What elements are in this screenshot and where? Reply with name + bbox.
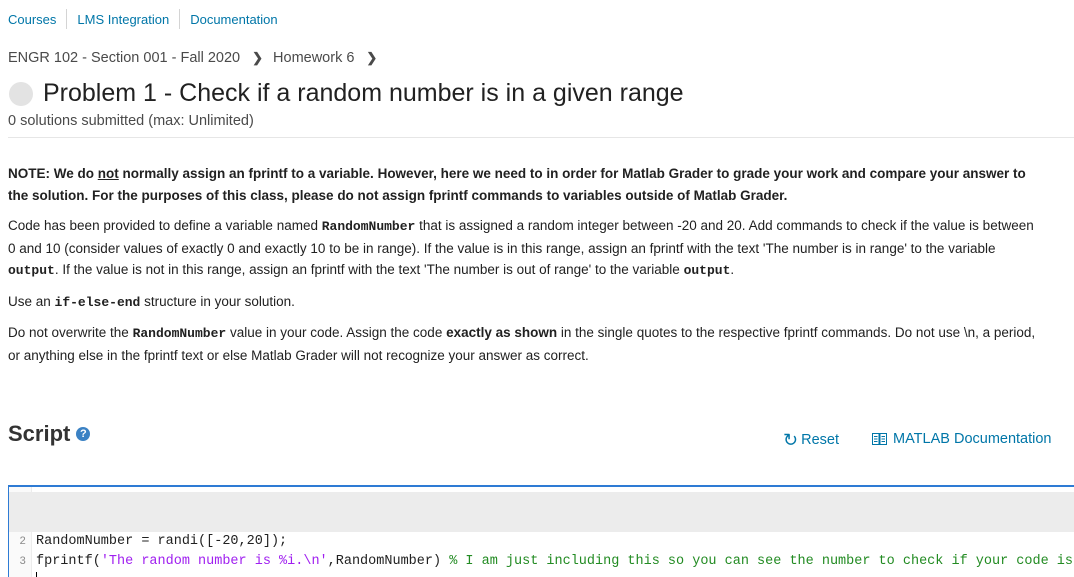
text: structure in your solution.: [140, 293, 295, 309]
book-icon: [872, 433, 887, 445]
code-editor[interactable]: 1 RandomNumber = randi([-20,20]); 2 fpri…: [8, 485, 1074, 577]
reset-label: Reset: [801, 432, 839, 448]
problem-description: NOTE: We do not normally assign an fprin…: [8, 163, 1038, 375]
inline-code: if-else-end: [54, 294, 141, 310]
divider: [8, 137, 1074, 138]
chevron-right-icon: ❯: [252, 50, 264, 65]
top-nav: Courses LMS Integration Documentation: [8, 9, 278, 29]
reset-button[interactable]: ↻ Reset: [783, 431, 839, 449]
inline-code: output: [8, 263, 55, 278]
nav-divider: [179, 9, 181, 29]
note-underlined: not: [97, 166, 119, 181]
bold-text: exactly as shown: [446, 325, 558, 340]
question-circle-icon[interactable]: ?: [76, 427, 91, 441]
inline-code: RandomNumber: [321, 219, 416, 234]
chevron-right-icon[interactable]: ❯: [366, 50, 377, 66]
status-circle-icon: [9, 82, 33, 106]
code-line[interactable]: 3: [9, 532, 1074, 577]
submission-count: 0 solutions submitted (max: Unlimited): [8, 113, 254, 129]
code-line[interactable]: 1 RandomNumber = randi([-20,20]);: [9, 492, 1074, 549]
nav-courses-link[interactable]: Courses: [8, 12, 56, 27]
code-line[interactable]: 2 fprintf('The random number is %i.\n',R…: [9, 512, 1074, 569]
structure-paragraph: Use an if-else-end structure in your sol…: [8, 291, 1038, 314]
text: . If the value is not in this range, ass…: [54, 262, 684, 277]
note-text: normally assign an fprintf to a variable…: [8, 166, 1026, 203]
text: Do not overwrite the: [8, 325, 133, 340]
breadcrumb-assignment[interactable]: Homework 6: [273, 50, 354, 66]
text: Use an: [8, 293, 55, 309]
documentation-label: MATLAB Documentation: [893, 431, 1052, 447]
code-text[interactable]: [36, 572, 37, 577]
breadcrumb-course[interactable]: ENGR 102 - Section 001 - Fall 2020: [8, 50, 240, 66]
page-title: Problem 1 - Check if a random number is …: [43, 79, 684, 107]
text-cursor: [36, 572, 37, 577]
instructions-paragraph: Code has been provided to define a varia…: [8, 215, 1038, 282]
string-literal: 'The random number is %i.\n': [100, 554, 328, 569]
inline-code: output: [683, 263, 731, 278]
script-title: Script: [8, 421, 71, 446]
note-paragraph: NOTE: We do not normally assign an fprin…: [8, 163, 1038, 206]
text: value in your code. Assign the code: [226, 325, 447, 340]
text: .: [730, 262, 735, 277]
code-text[interactable]: fprintf('The random number is %i.\n',Ran…: [36, 552, 1074, 572]
matlab-documentation-button[interactable]: MATLAB Documentation: [872, 431, 1052, 447]
inline-code: RandomNumber: [132, 326, 227, 341]
nav-lms-integration-link[interactable]: LMS Integration: [77, 12, 169, 27]
line-number: 3: [19, 556, 26, 568]
breadcrumb: ENGR 102 - Section 001 - Fall 2020 ❯ Hom…: [8, 50, 387, 66]
text: Code has been provided to define a varia…: [8, 218, 322, 233]
script-heading: Script ?: [8, 421, 91, 447]
refresh-icon: ↻: [783, 430, 799, 450]
code-token: fprintf(: [36, 554, 101, 569]
nav-divider: [66, 9, 68, 29]
code-comment: % I am just including this so you can se…: [449, 554, 1074, 569]
code-token: ,RandomNumber): [327, 554, 450, 569]
warning-paragraph: Do not overwrite the RandomNumber value …: [8, 322, 1038, 366]
nav-documentation-link[interactable]: Documentation: [190, 12, 277, 27]
note-text: NOTE: We do: [8, 166, 98, 181]
